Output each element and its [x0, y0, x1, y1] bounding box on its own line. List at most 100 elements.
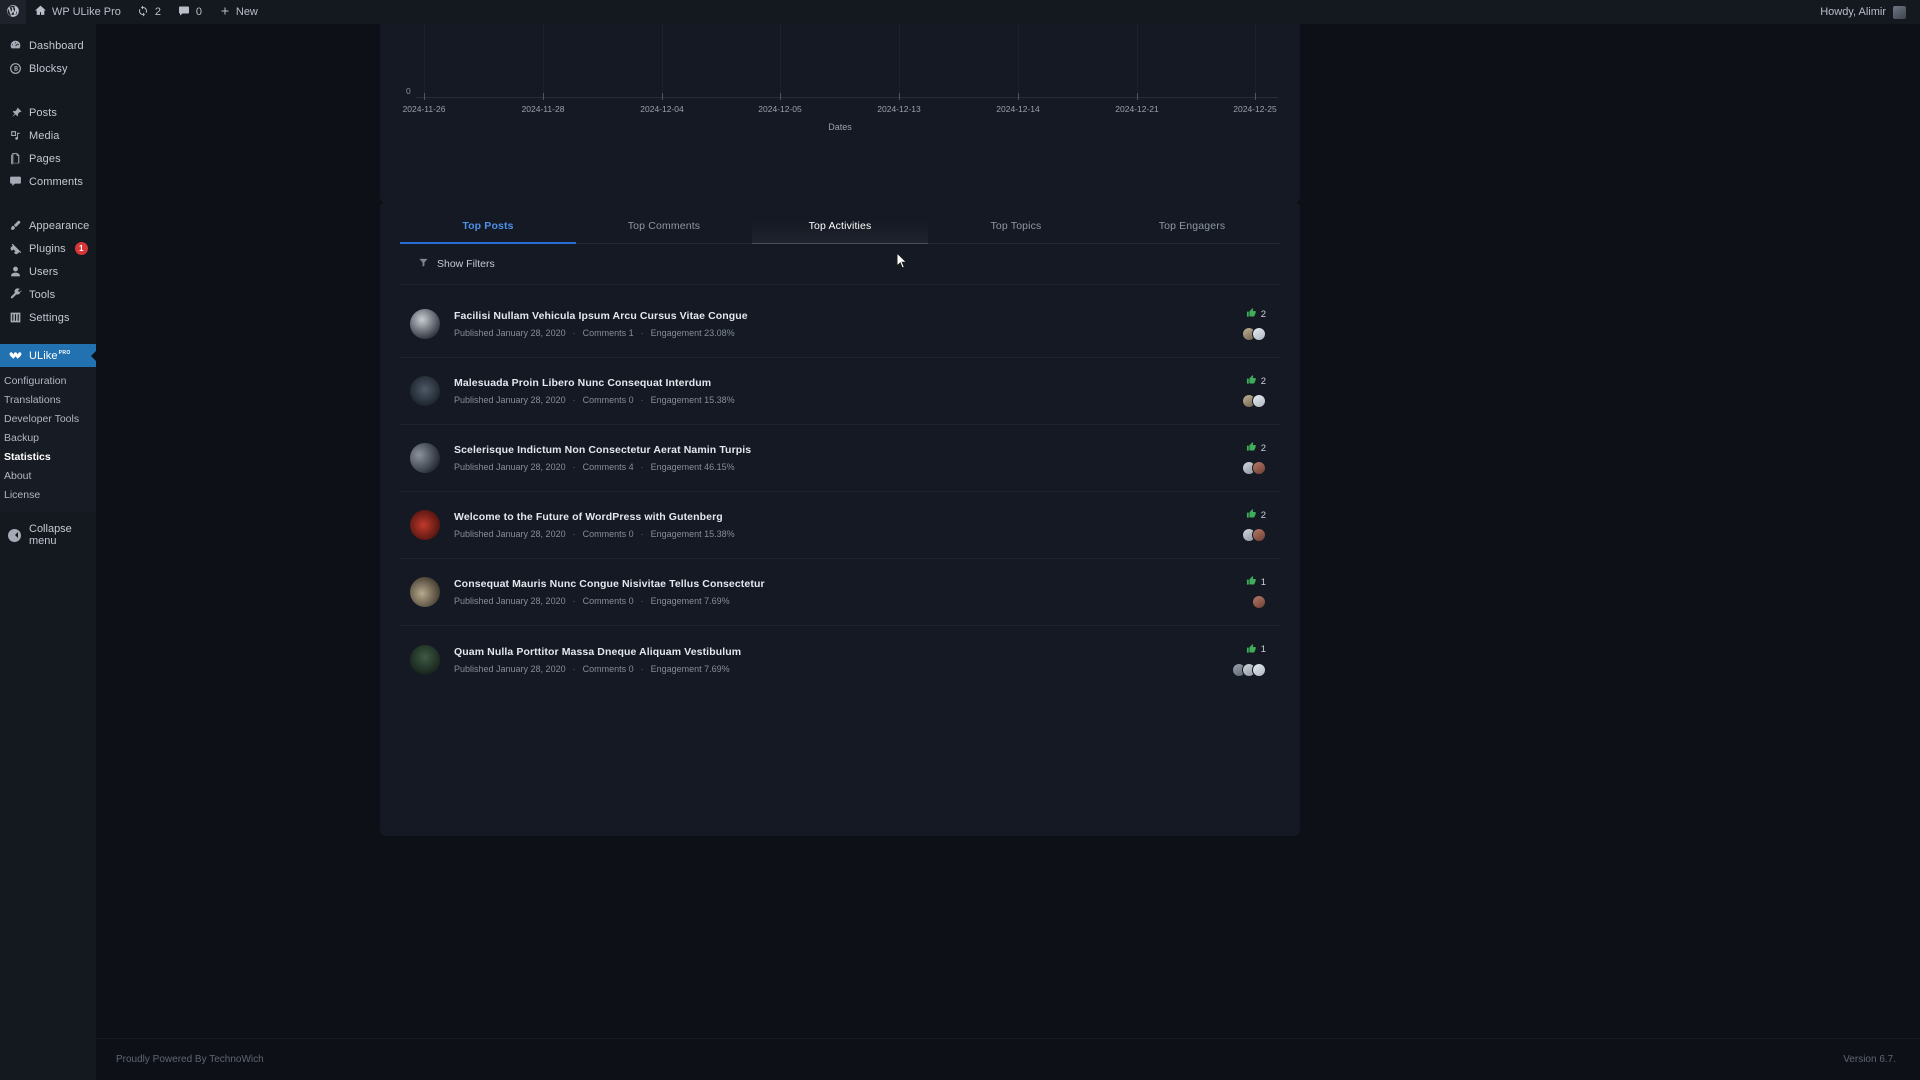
submenu-item-configuration[interactable]: Configuration: [0, 372, 96, 391]
liker-avatars[interactable]: [1252, 595, 1266, 609]
meta-separator: ·: [640, 328, 644, 338]
post-thumbnail: [410, 443, 440, 473]
meta-separator: ·: [572, 395, 576, 405]
tab-top-activities[interactable]: Top Activities: [752, 220, 928, 244]
post-info: Consequat Mauris Nunc Congue Nisivitae T…: [454, 578, 1246, 606]
post-meta: Published January 28, 2020 · Comments 0 …: [454, 596, 1246, 606]
post-title[interactable]: Scelerisque Indictum Non Consectetur Aer…: [454, 444, 1242, 456]
sidebar-item-posts[interactable]: Posts: [0, 101, 96, 124]
wordpress-icon: [6, 4, 20, 21]
footer-version: Version 6.7.: [1843, 1054, 1896, 1065]
sidebar-item-ulike[interactable]: ULikePRO: [0, 344, 97, 367]
post-comments: Comments 0: [582, 663, 634, 674]
tab-top-topics[interactable]: Top Topics: [928, 220, 1104, 243]
liker-avatars[interactable]: [1232, 662, 1266, 677]
post-meta: Published January 28, 2020 · Comments 4 …: [454, 462, 1242, 472]
table-row[interactable]: Facilisi Nullam Vehicula Ipsum Arcu Curs…: [400, 291, 1280, 358]
avatar: [1893, 5, 1906, 19]
post-engagement: Engagement 46.15%: [650, 462, 735, 472]
like-count: 1: [1260, 576, 1266, 588]
post-title[interactable]: Welcome to the Future of WordPress with …: [454, 511, 1242, 523]
sidebar-item-comments[interactable]: Comments: [0, 170, 96, 193]
sidebar-item-pages[interactable]: Pages: [0, 147, 96, 170]
post-published: Published January 28, 2020: [454, 529, 566, 539]
liker-avatars[interactable]: [1242, 394, 1266, 408]
sidebar-item-dashboard[interactable]: Dashboard: [0, 34, 96, 57]
submenu-item-backup[interactable]: Backup: [0, 429, 96, 448]
tab-top-comments[interactable]: Top Comments: [576, 220, 752, 243]
footer-credit[interactable]: Proudly Powered By TechnoWich: [116, 1054, 264, 1065]
liker-avatars[interactable]: [1242, 327, 1266, 341]
pages-icon: [8, 152, 22, 166]
admin-sidebar: Dashboard Blocksy Posts Media Pages Comm…: [0, 24, 97, 1080]
chart-x-tick: [424, 93, 425, 100]
collapse-menu-label: Collapse menu: [29, 523, 72, 547]
sliders-icon: [8, 311, 22, 325]
wordpress-logo-button[interactable]: [0, 0, 26, 24]
post-meta: Published January 28, 2020 · Comments 1 …: [454, 328, 1242, 338]
chart-x-label: 2024-11-26: [402, 104, 446, 114]
chart-x-label: 2024-12-21: [1115, 104, 1159, 114]
comments-button[interactable]: 0: [170, 0, 211, 24]
chart-x-tick: [543, 93, 544, 100]
post-thumbnail: [410, 376, 440, 406]
new-content-button[interactable]: New: [211, 0, 266, 24]
sidebar-item-appearance[interactable]: Appearance: [0, 214, 96, 237]
submenu-item-translations[interactable]: Translations: [0, 391, 96, 410]
post-stats: 1: [1246, 575, 1266, 609]
account-menu[interactable]: Howdy, Alimir: [1812, 0, 1920, 24]
post-title[interactable]: Facilisi Nullam Vehicula Ipsum Arcu Curs…: [454, 310, 1242, 322]
submenu-item-license[interactable]: License: [0, 486, 96, 505]
submenu-item-about[interactable]: About: [0, 467, 96, 486]
sidebar-item-tools[interactable]: Tools: [0, 283, 96, 306]
table-row[interactable]: Consequat Mauris Nunc Congue Nisivitae T…: [400, 559, 1280, 626]
chart-x-tick: [1137, 93, 1138, 100]
submenu-item-developer-tools[interactable]: Developer Tools: [0, 410, 96, 429]
table-row[interactable]: Quam Nulla Porttitor Massa Dneque Aliqua…: [400, 626, 1280, 693]
sidebar-item-label: Media: [29, 129, 60, 142]
sidebar-group-content: Posts Media Pages Comments: [0, 95, 96, 199]
post-title[interactable]: Malesuada Proin Libero Nunc Consequat In…: [454, 377, 1242, 389]
sidebar-item-blocksy[interactable]: Blocksy: [0, 57, 96, 80]
sidebar-item-label: Comments: [29, 175, 83, 188]
meta-separator: ·: [572, 328, 576, 338]
meta-separator: ·: [640, 462, 644, 472]
post-info: Facilisi Nullam Vehicula Ipsum Arcu Curs…: [454, 310, 1242, 338]
top-posts-list: Facilisi Nullam Vehicula Ipsum Arcu Curs…: [400, 285, 1280, 693]
post-meta: Published January 28, 2020 · Comments 0 …: [454, 529, 1242, 539]
liker-avatars[interactable]: [1242, 461, 1266, 475]
post-comments: Comments 4: [582, 462, 634, 472]
sidebar-item-users[interactable]: Users: [0, 260, 96, 283]
post-info: Scelerisque Indictum Non Consectetur Aer…: [454, 444, 1242, 472]
table-row[interactable]: Malesuada Proin Libero Nunc Consequat In…: [400, 358, 1280, 425]
avatar: [1252, 461, 1266, 475]
table-row[interactable]: Welcome to the Future of WordPress with …: [400, 492, 1280, 559]
submenu-item-statistics[interactable]: Statistics: [0, 448, 96, 467]
like-count-badge: 2: [1246, 508, 1266, 522]
avatar: [1252, 528, 1266, 542]
post-engagement: Engagement 7.69%: [650, 596, 730, 606]
thumbs-up-icon: [1246, 508, 1257, 522]
table-row[interactable]: Scelerisque Indictum Non Consectetur Aer…: [400, 425, 1280, 492]
site-name-label: WP ULike Pro: [52, 6, 121, 18]
sidebar-item-media[interactable]: Media: [0, 124, 96, 147]
post-title[interactable]: Consequat Mauris Nunc Congue Nisivitae T…: [454, 578, 1246, 590]
collapse-menu-button[interactable]: Collapse menu: [0, 522, 96, 548]
updates-button[interactable]: 2: [129, 0, 170, 24]
admin-footer: Proudly Powered By TechnoWich Version 6.…: [96, 1038, 1920, 1080]
site-name-button[interactable]: WP ULike Pro: [26, 0, 129, 24]
post-engagement: Engagement 15.38%: [650, 395, 735, 405]
tab-top-posts[interactable]: Top Posts: [400, 220, 576, 244]
sidebar-item-label: Appearance: [29, 219, 90, 232]
liker-avatars[interactable]: [1242, 528, 1266, 542]
avatar: [1252, 595, 1266, 609]
main-content: 0 2024-11-26 2024-11-28 2024-12-04 2024-…: [96, 0, 1920, 1080]
post-title[interactable]: Quam Nulla Porttitor Massa Dneque Aliqua…: [454, 646, 1232, 658]
sidebar-item-plugins[interactable]: Plugins 1: [0, 237, 96, 260]
sidebar-group-main: Dashboard Blocksy: [0, 28, 96, 86]
show-filters-button[interactable]: Show Filters: [400, 257, 495, 271]
tab-top-engagers[interactable]: Top Engagers: [1104, 220, 1280, 243]
sidebar-item-settings[interactable]: Settings: [0, 306, 96, 329]
like-count-badge: 2: [1246, 374, 1266, 388]
meta-separator: ·: [572, 462, 576, 472]
